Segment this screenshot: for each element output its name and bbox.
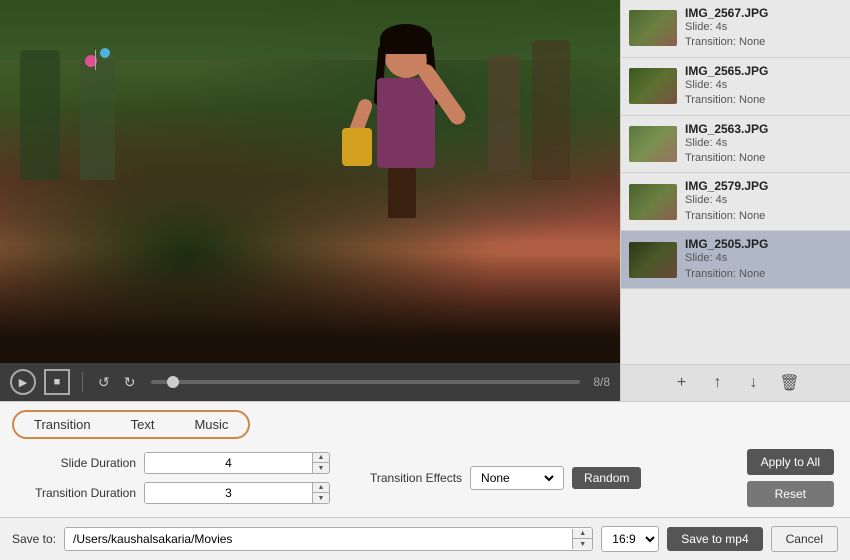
slide-duration-detail: Slide: 4s — [685, 78, 842, 93]
slide-item[interactable]: IMG_2565.JPG Slide: 4s Transition: None — [621, 58, 850, 116]
controls-bar: ▶ ■ ↺ ↻ 8/8 — [0, 363, 620, 401]
slide-duration-up[interactable]: ▲ — [313, 453, 329, 463]
transition-duration-spinner[interactable]: ▲ ▼ — [144, 482, 330, 504]
slide-transition-detail: Transition: None — [685, 209, 842, 224]
reset-button[interactable]: Reset — [747, 481, 834, 507]
scrubber-thumb[interactable] — [167, 376, 179, 388]
save-to-label: Save to: — [12, 532, 56, 546]
separator — [82, 372, 83, 392]
slide-filename: IMG_2567.JPG — [685, 6, 842, 20]
slide-duration-row: Slide Duration ▲ ▼ — [16, 452, 330, 474]
slide-thumbnail — [629, 184, 677, 220]
slide-transition-detail: Transition: None — [685, 35, 842, 50]
transition-duration-value[interactable] — [145, 483, 312, 503]
path-arrows: ▲ ▼ — [572, 529, 592, 549]
slide-thumb-image — [629, 184, 677, 220]
ratio-select-wrapper[interactable]: 16:9 4:3 1:1 9:16 — [601, 526, 659, 552]
transition-effects-label: Transition Effects — [370, 471, 462, 485]
path-input-wrapper[interactable]: ▲ ▼ — [64, 527, 593, 551]
path-down[interactable]: ▼ — [573, 539, 592, 549]
settings-right: Transition Effects None Fade Slide Zoom … — [370, 466, 641, 490]
path-up[interactable]: ▲ — [573, 529, 592, 539]
action-buttons: Apply to All Reset — [747, 449, 834, 507]
settings-left: Slide Duration ▲ ▼ Transition Duration ▲… — [16, 452, 330, 504]
figure-center — [341, 30, 471, 230]
tabs-row: Transition Text Music — [0, 402, 850, 439]
cancel-button[interactable]: Cancel — [771, 526, 838, 552]
slide-thumb-image — [629, 126, 677, 162]
transition-duration-arrows: ▲ ▼ — [312, 483, 329, 503]
slide-info: IMG_2563.JPG Slide: 4s Transition: None — [685, 122, 842, 167]
delete-slide-button[interactable]: 🗑 — [778, 371, 802, 395]
slide-duration-arrows: ▲ ▼ — [312, 453, 329, 473]
slide-duration-spinner[interactable]: ▲ ▼ — [144, 452, 330, 474]
transition-effects-select[interactable]: None Fade Slide Zoom Wipe — [477, 470, 557, 486]
slide-thumb-image — [629, 68, 677, 104]
slide-filename: IMG_2579.JPG — [685, 179, 842, 193]
save-mp4-button[interactable]: Save to mp4 — [667, 527, 762, 551]
slide-item[interactable]: IMG_2567.JPG Slide: 4s Transition: None — [621, 0, 850, 58]
slide-transition-detail: Transition: None — [685, 93, 842, 108]
slide-duration-detail: Slide: 4s — [685, 136, 842, 151]
slide-duration-detail: Slide: 4s — [685, 20, 842, 35]
slide-thumbnail — [629, 242, 677, 278]
video-preview — [0, 0, 620, 363]
apply-to-all-button[interactable]: Apply to All — [747, 449, 834, 475]
tab-music[interactable]: Music — [174, 412, 248, 437]
right-panel: IMG_2567.JPG Slide: 4s Transition: None … — [620, 0, 850, 401]
random-button[interactable]: Random — [572, 467, 641, 489]
slide-info: IMG_2567.JPG Slide: 4s Transition: None — [685, 6, 842, 51]
left-panel: ▶ ■ ↺ ↻ 8/8 — [0, 0, 620, 401]
slide-filename: IMG_2565.JPG — [685, 64, 842, 78]
slide-duration-detail: Slide: 4s — [685, 251, 842, 266]
move-down-button[interactable]: ↓ — [742, 371, 766, 395]
add-slide-button[interactable]: + — [670, 371, 694, 395]
slide-transition-detail: Transition: None — [685, 151, 842, 166]
slide-thumbnail — [629, 10, 677, 46]
settings-area: Slide Duration ▲ ▼ Transition Duration ▲… — [0, 439, 850, 517]
video-area — [0, 0, 620, 363]
move-up-button[interactable]: ↑ — [706, 371, 730, 395]
ratio-select[interactable]: 16:9 4:3 1:1 9:16 — [602, 527, 658, 551]
main-area: ▶ ■ ↺ ↻ 8/8 IMG_2567.JPG Slide: 4s Trans… — [0, 0, 850, 401]
bottom-panel: Transition Text Music Slide Duration ▲ ▼… — [0, 401, 850, 517]
slide-item[interactable]: IMG_2579.JPG Slide: 4s Transition: None — [621, 173, 850, 231]
slide-filename: IMG_2505.JPG — [685, 237, 842, 251]
slide-controls: + ↑ ↓ 🗑 — [621, 364, 850, 401]
slide-duration-detail: Slide: 4s — [685, 193, 842, 208]
slide-counter: 8/8 — [593, 375, 610, 389]
path-input[interactable] — [65, 528, 572, 550]
slide-transition-detail: Transition: None — [685, 267, 842, 282]
slide-thumbnail — [629, 126, 677, 162]
tab-transition[interactable]: Transition — [14, 412, 111, 437]
slide-info: IMG_2579.JPG Slide: 4s Transition: None — [685, 179, 842, 224]
slide-item[interactable]: IMG_2563.JPG Slide: 4s Transition: None — [621, 116, 850, 174]
tab-text[interactable]: Text — [111, 412, 175, 437]
transition-effects-row: Transition Effects None Fade Slide Zoom … — [370, 466, 641, 490]
tab-group: Transition Text Music — [12, 410, 250, 439]
slide-thumb-image — [629, 10, 677, 46]
slide-thumbnail — [629, 68, 677, 104]
transition-duration-row: Transition Duration ▲ ▼ — [16, 482, 330, 504]
slide-item[interactable]: IMG_2505.JPG Slide: 4s Transition: None — [621, 231, 850, 289]
stop-button[interactable]: ■ — [44, 369, 70, 395]
transition-duration-up[interactable]: ▲ — [313, 483, 329, 493]
slide-list: IMG_2567.JPG Slide: 4s Transition: None … — [621, 0, 850, 364]
slide-duration-label: Slide Duration — [16, 456, 136, 470]
scrubber-track[interactable] — [151, 380, 580, 384]
transition-duration-down[interactable]: ▼ — [313, 493, 329, 503]
rotate-left-icon[interactable]: ↺ — [95, 371, 113, 394]
slide-duration-down[interactable]: ▼ — [313, 463, 329, 473]
slide-thumb-image — [629, 242, 677, 278]
slide-info: IMG_2565.JPG Slide: 4s Transition: None — [685, 64, 842, 109]
slide-info: IMG_2505.JPG Slide: 4s Transition: None — [685, 237, 842, 282]
slide-filename: IMG_2563.JPG — [685, 122, 842, 136]
slide-duration-value[interactable] — [145, 453, 312, 473]
play-button[interactable]: ▶ — [10, 369, 36, 395]
rotate-right-icon[interactable]: ↻ — [121, 371, 139, 394]
transition-duration-label: Transition Duration — [16, 486, 136, 500]
transition-effects-select-wrapper[interactable]: None Fade Slide Zoom Wipe — [470, 466, 564, 490]
footer-bar: Save to: ▲ ▼ 16:9 4:3 1:1 9:16 Save to m… — [0, 517, 850, 560]
